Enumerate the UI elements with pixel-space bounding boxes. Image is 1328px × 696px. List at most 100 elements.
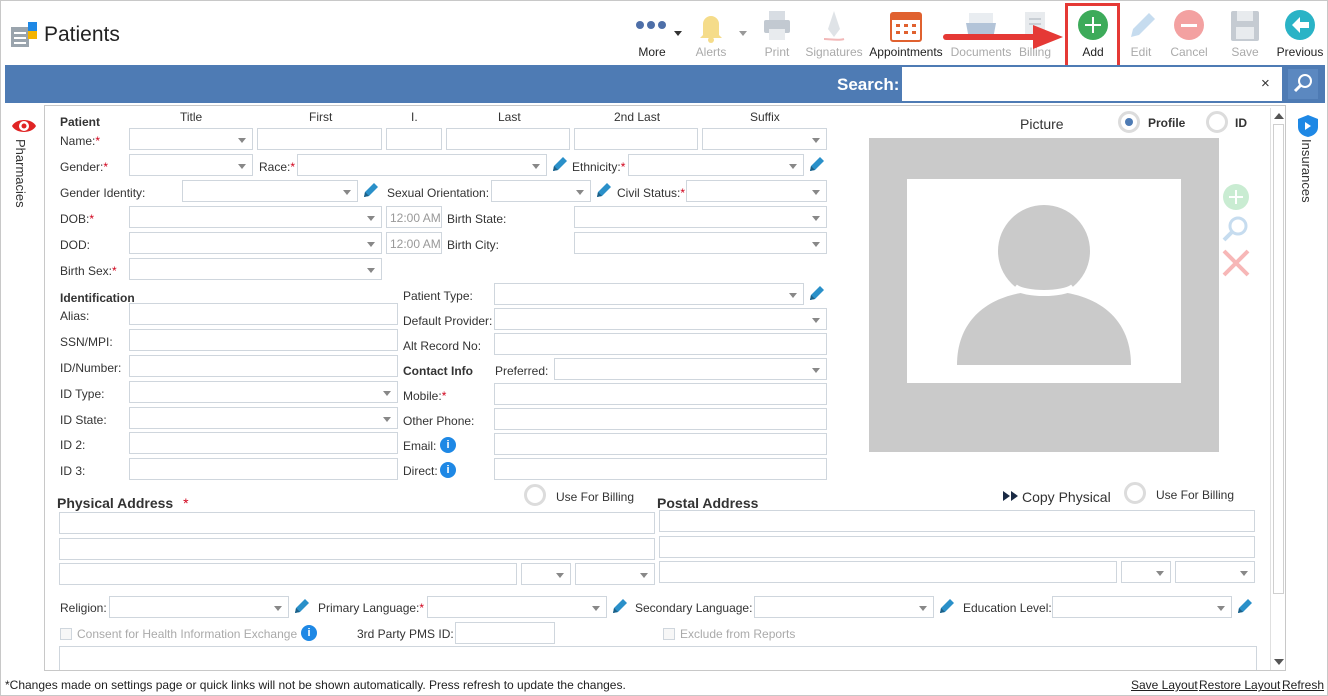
civil-status-select[interactable] xyxy=(686,180,827,202)
search-clear-button[interactable]: × xyxy=(1261,75,1270,92)
email-input[interactable] xyxy=(494,433,827,455)
other-phone-input[interactable] xyxy=(494,408,827,430)
appointments-button[interactable]: Appointments xyxy=(867,5,945,61)
religion-select[interactable] xyxy=(109,596,289,618)
id2-label: ID 2: xyxy=(60,438,86,452)
alt-record-input[interactable] xyxy=(494,333,827,355)
previous-button[interactable]: Previous xyxy=(1275,5,1325,61)
default-provider-select[interactable] xyxy=(494,308,827,330)
physical-address-line2-input[interactable] xyxy=(59,538,655,560)
direct-input[interactable] xyxy=(494,458,827,480)
secondary-language-edit-pencil-icon[interactable] xyxy=(938,597,956,615)
id-radio[interactable] xyxy=(1206,111,1228,133)
search-icon[interactable] xyxy=(1288,69,1318,99)
id-state-select[interactable] xyxy=(129,407,398,429)
id2-input[interactable] xyxy=(129,432,398,454)
gender-select[interactable] xyxy=(129,154,253,176)
id3-input[interactable] xyxy=(129,458,398,480)
postal-address-line1-input[interactable] xyxy=(659,510,1255,532)
religion-edit-pencil-icon[interactable] xyxy=(293,597,311,615)
id-radio-label: ID xyxy=(1235,116,1247,130)
more-chevron-icon[interactable] xyxy=(674,31,682,37)
gender-identity-select[interactable] xyxy=(182,180,358,202)
patient-type-select[interactable] xyxy=(494,283,804,305)
insurances-tab[interactable]: Insurances xyxy=(1289,111,1328,311)
birth-state-select[interactable] xyxy=(574,206,827,228)
scroll-thumb[interactable] xyxy=(1273,124,1284,594)
postal-zip-select[interactable] xyxy=(1175,561,1255,583)
physical-state-select[interactable] xyxy=(521,563,571,585)
refresh-link[interactable]: Refresh xyxy=(1282,678,1324,692)
education-level-select[interactable] xyxy=(1052,596,1232,618)
copy-physical-button[interactable]: Copy Physical xyxy=(1022,489,1111,505)
dob-date-picker[interactable] xyxy=(129,206,382,228)
birth-sex-select[interactable] xyxy=(129,258,382,280)
id-number-input[interactable] xyxy=(129,355,398,377)
more-button[interactable]: More xyxy=(631,5,673,61)
email-info-icon[interactable]: i xyxy=(440,437,456,453)
third-party-pms-input[interactable] xyxy=(455,622,555,644)
alias-input[interactable] xyxy=(129,303,398,325)
pharmacies-tab[interactable]: Pharmacies xyxy=(3,111,43,311)
save-layout-link[interactable]: Save Layout xyxy=(1131,678,1198,692)
dod-date-picker[interactable] xyxy=(129,232,382,254)
print-button[interactable]: Print xyxy=(756,5,798,61)
ethnicity-select[interactable] xyxy=(628,154,804,176)
alerts-chevron-icon[interactable] xyxy=(739,31,747,37)
search-input[interactable] xyxy=(902,67,1282,101)
delete-picture-x-icon[interactable] xyxy=(1221,248,1251,278)
postal-city-input[interactable] xyxy=(659,561,1117,583)
consent-info-icon[interactable]: i xyxy=(301,625,317,641)
suffix-select[interactable] xyxy=(702,128,827,150)
last-name-input[interactable] xyxy=(446,128,570,150)
sexual-orientation-edit-pencil-icon[interactable] xyxy=(595,181,613,199)
postal-address-line2-input[interactable] xyxy=(659,536,1255,558)
gender-identity-edit-pencil-icon[interactable] xyxy=(362,181,380,199)
preferred-contact-select[interactable] xyxy=(554,358,827,380)
secondary-language-select[interactable] xyxy=(754,596,934,618)
dod-time-input[interactable]: 12:00 AM xyxy=(386,232,442,254)
middle-initial-input[interactable] xyxy=(386,128,442,150)
education-level-edit-pencil-icon[interactable] xyxy=(1236,597,1254,615)
notes-area[interactable] xyxy=(59,646,1257,670)
save-button[interactable]: Save xyxy=(1223,5,1267,61)
physical-city-input[interactable] xyxy=(59,563,517,585)
physical-zip-select[interactable] xyxy=(575,563,655,585)
profile-radio[interactable] xyxy=(1118,111,1140,133)
patient-type-edit-pencil-icon[interactable] xyxy=(808,284,826,302)
postal-use-for-billing-radio[interactable] xyxy=(1124,482,1146,504)
exclude-from-reports-checkbox[interactable] xyxy=(663,628,675,640)
direct-info-icon[interactable]: i xyxy=(440,462,456,478)
restore-layout-link[interactable]: Restore Layout xyxy=(1199,678,1280,692)
alerts-button[interactable]: Alerts xyxy=(690,5,732,61)
more-dots-icon xyxy=(636,21,666,29)
scroll-down-icon[interactable] xyxy=(1274,658,1284,666)
postal-state-select[interactable] xyxy=(1121,561,1171,583)
physical-address-line1-input[interactable] xyxy=(59,512,655,534)
race-select[interactable] xyxy=(297,154,547,176)
physical-use-for-billing-radio[interactable] xyxy=(524,484,546,506)
first-name-input[interactable] xyxy=(257,128,382,150)
id-type-select[interactable] xyxy=(129,381,398,403)
title-select[interactable] xyxy=(129,128,253,150)
scroll-up-icon[interactable] xyxy=(1274,112,1284,120)
edit-button[interactable]: Edit xyxy=(1121,5,1161,61)
second-last-name-input[interactable] xyxy=(574,128,698,150)
add-picture-plus-icon[interactable] xyxy=(1221,182,1251,212)
mobile-input[interactable] xyxy=(494,383,827,405)
birth-city-select[interactable] xyxy=(574,232,827,254)
cancel-button[interactable]: Cancel xyxy=(1167,5,1211,61)
race-edit-pencil-icon[interactable] xyxy=(551,155,569,173)
sexual-orientation-select[interactable] xyxy=(491,180,591,202)
consent-checkbox[interactable] xyxy=(60,628,72,640)
primary-language-edit-pencil-icon[interactable] xyxy=(611,597,629,615)
ssn-input[interactable] xyxy=(129,329,398,351)
ethnicity-edit-pencil-icon[interactable] xyxy=(808,155,826,173)
form-vertical-scrollbar[interactable] xyxy=(1270,108,1286,670)
dob-time-input[interactable]: 12:00 AM xyxy=(386,206,442,228)
zoom-picture-magnifier-icon[interactable] xyxy=(1221,214,1251,244)
signatures-button[interactable]: Signatures xyxy=(805,5,863,61)
primary-language-select[interactable] xyxy=(427,596,607,618)
birth-city-label: Birth City: xyxy=(447,238,500,252)
fast-forward-icon[interactable] xyxy=(1003,490,1019,502)
